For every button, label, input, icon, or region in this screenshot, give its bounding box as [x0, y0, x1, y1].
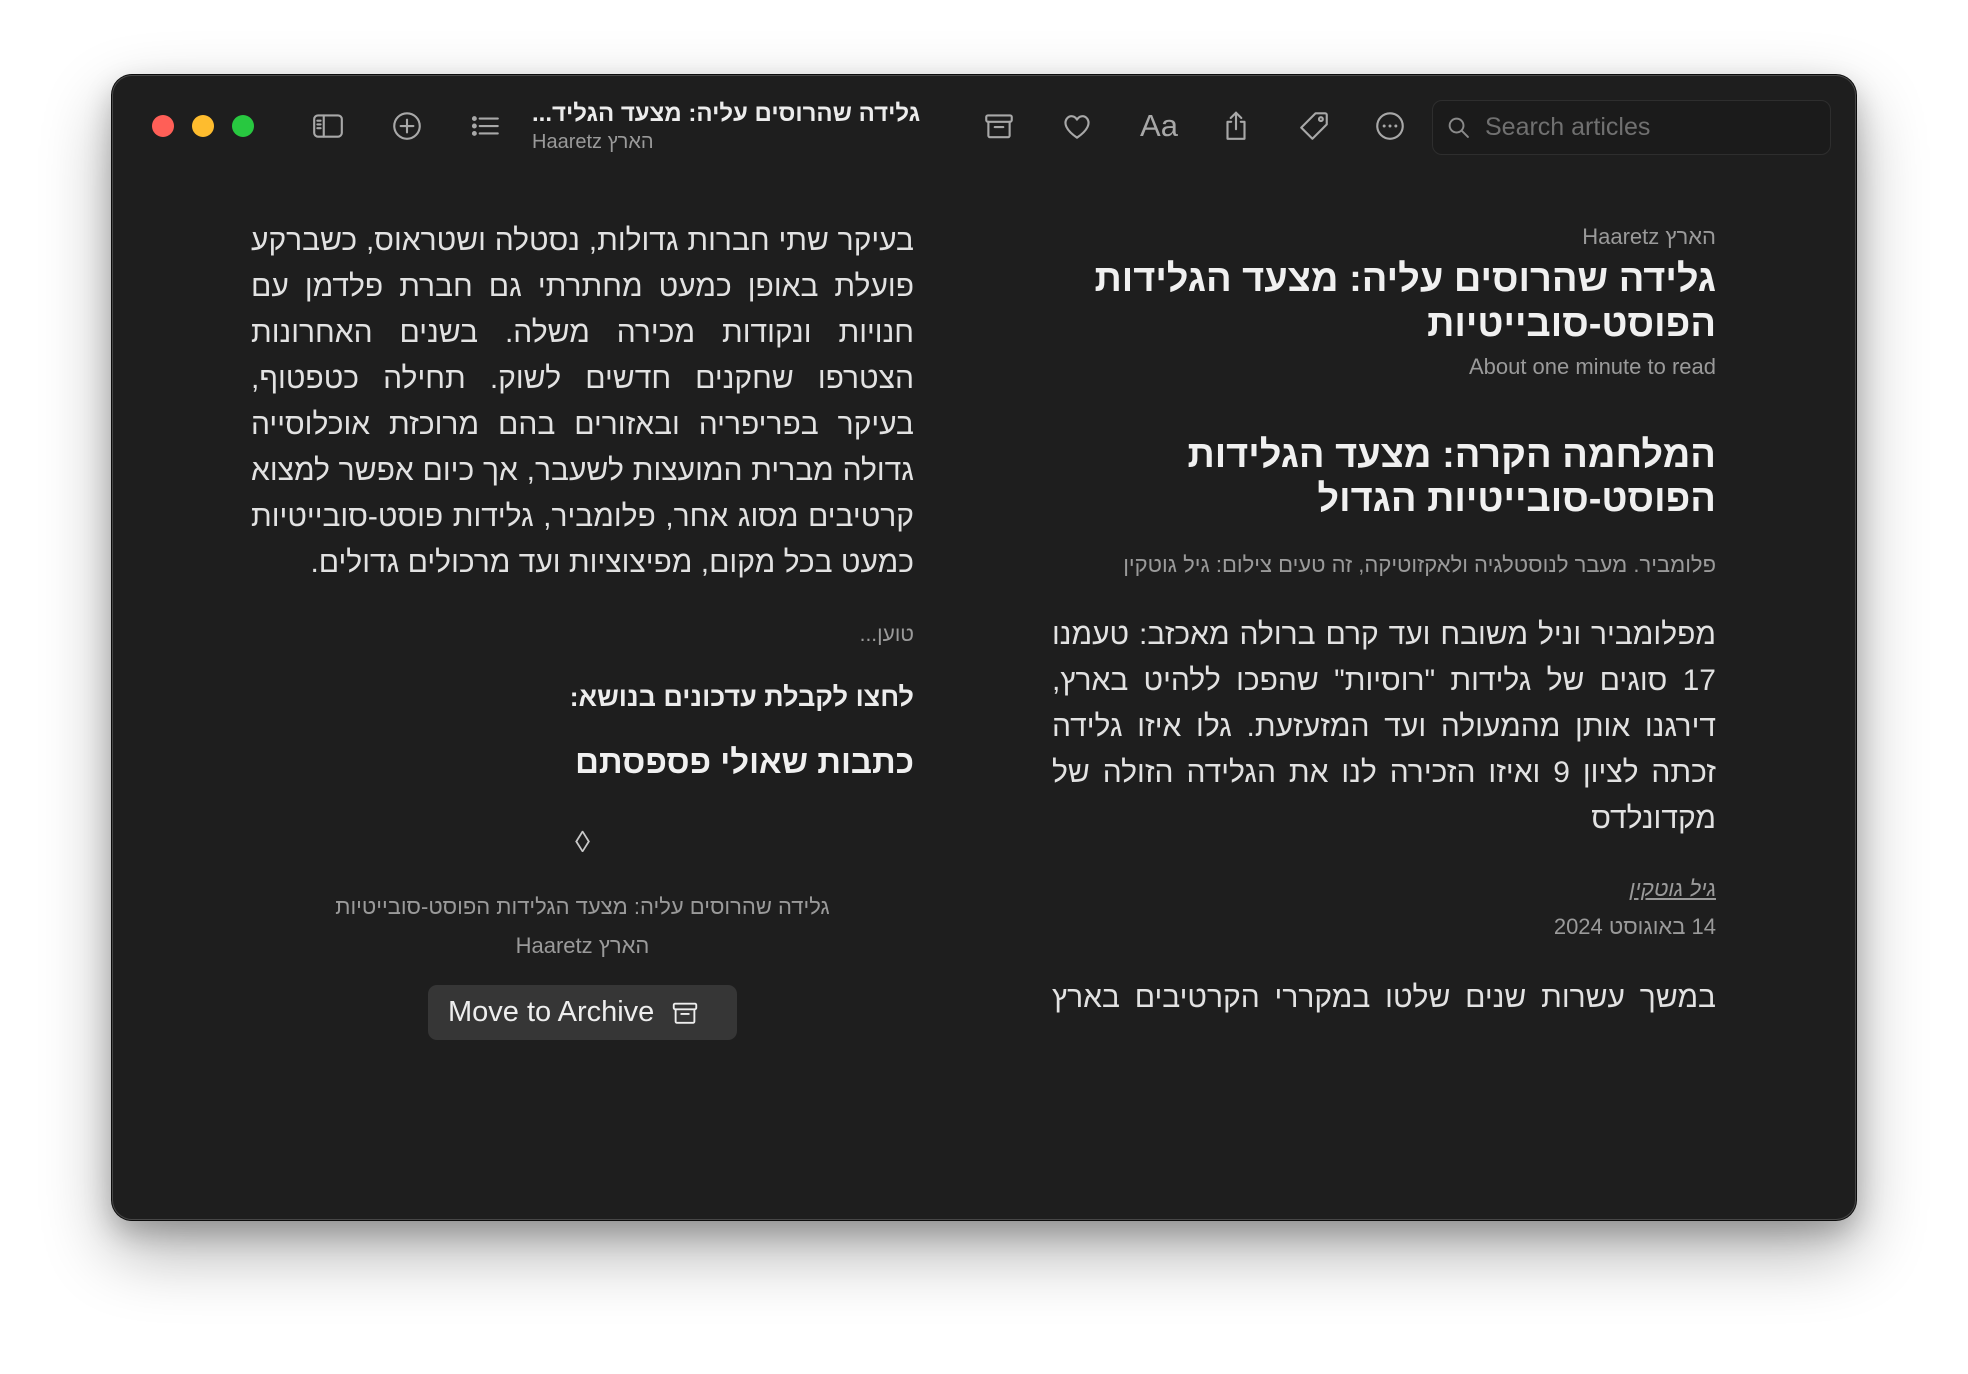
- tag-icon: [1300, 112, 1328, 140]
- article-source: Haaretz הארץ: [1582, 224, 1716, 249]
- toolbar-article-title: גלידה שהרוסים עליה: מצעד הגליד...: [532, 100, 921, 127]
- article-lead: מפלומביר וניל משובח ועד קרם ברולה מאכזב:…: [1052, 618, 1716, 835]
- article-title: גלידה שהרוסים עליה: מצעד הגלידות הפוסט-ס…: [1094, 258, 1716, 345]
- archive-icon: [985, 114, 1013, 139]
- publish-date: 14 באוגוסט 2024: [1553, 914, 1716, 939]
- more-options-button[interactable]: [1370, 106, 1410, 146]
- favorite-button[interactable]: [1057, 106, 1097, 146]
- tags-button[interactable]: [1294, 106, 1334, 146]
- reading-time: About one minute to read: [1468, 354, 1716, 379]
- zoom-window-button[interactable]: [232, 115, 254, 137]
- loading-text: טוען...: [859, 623, 914, 646]
- footer-article-title: גלידה שהרוסים עליה: מצעד הגלידות הפוסט-ס…: [335, 894, 830, 919]
- search-icon: [1448, 117, 1469, 138]
- add-article-button[interactable]: [387, 106, 427, 146]
- list-icon: [471, 116, 499, 136]
- share-icon: [1226, 111, 1246, 140]
- more-articles-heading: כתבות שאולי פספסתם: [575, 743, 914, 780]
- archive-icon: [673, 1002, 698, 1024]
- heart-icon: [1064, 115, 1090, 139]
- article-list-button[interactable]: [465, 106, 505, 146]
- share-button[interactable]: [1216, 106, 1256, 146]
- minimize-window-button[interactable]: [192, 115, 214, 137]
- move-to-archive-button[interactable]: Move to Archive: [428, 985, 737, 1040]
- toolbar-article-source: Haaretz הארץ: [532, 131, 654, 153]
- toolbar-article-info: גלידה שהרוסים עליה: מצעד הגליד... Haaret…: [532, 99, 920, 155]
- reader-window: גלידה שהרוסים עליה: מצעד הגליד... Haaret…: [112, 75, 1856, 1220]
- archive-button[interactable]: [979, 106, 1019, 146]
- search-field[interactable]: [1432, 100, 1831, 155]
- move-to-archive-label: Move to Archive: [448, 996, 655, 1028]
- add-circle-icon: [393, 112, 421, 140]
- article-body-part: במשך עשרות שנים שלטו במקררי הקרטיבים באר…: [1052, 981, 1716, 1014]
- text-format-icon: Aa: [1140, 108, 1178, 143]
- article-body-part: בעיקר שתי חברות גדולות, נסטלה ושטראוס, כ…: [251, 224, 914, 579]
- author-link[interactable]: גיל גוטקין: [1052, 870, 1716, 908]
- article-column-second: בעיקר שתי חברות גדולות, נסטלה ושטראוס, כ…: [251, 218, 914, 1040]
- text-settings-button[interactable]: Aa: [1137, 106, 1181, 146]
- search-input[interactable]: [1485, 101, 1815, 154]
- article-column-first: Haaretz הארץ גלידה שהרוסים עליה: מצעד הג…: [1052, 223, 1716, 1021]
- updates-prompt[interactable]: לחצו לקבלת עדכונים בנושא:: [251, 679, 914, 715]
- end-of-article-marker: ◊: [575, 826, 590, 859]
- more-circle-icon: [1376, 112, 1404, 140]
- close-window-button[interactable]: [152, 115, 174, 137]
- toggle-sidebar-button[interactable]: [308, 106, 348, 146]
- sidebar-icon: [313, 114, 343, 138]
- article-headline: המלחמה הקרה: מצעד הגלידות הפוסט-סובייטיו…: [1187, 434, 1716, 520]
- footer-article-source: Haaretz הארץ: [515, 933, 650, 958]
- image-caption: פלומביר. מעבר לנוסטלגיה ולאקזוטיקה, זה ט…: [1123, 552, 1716, 577]
